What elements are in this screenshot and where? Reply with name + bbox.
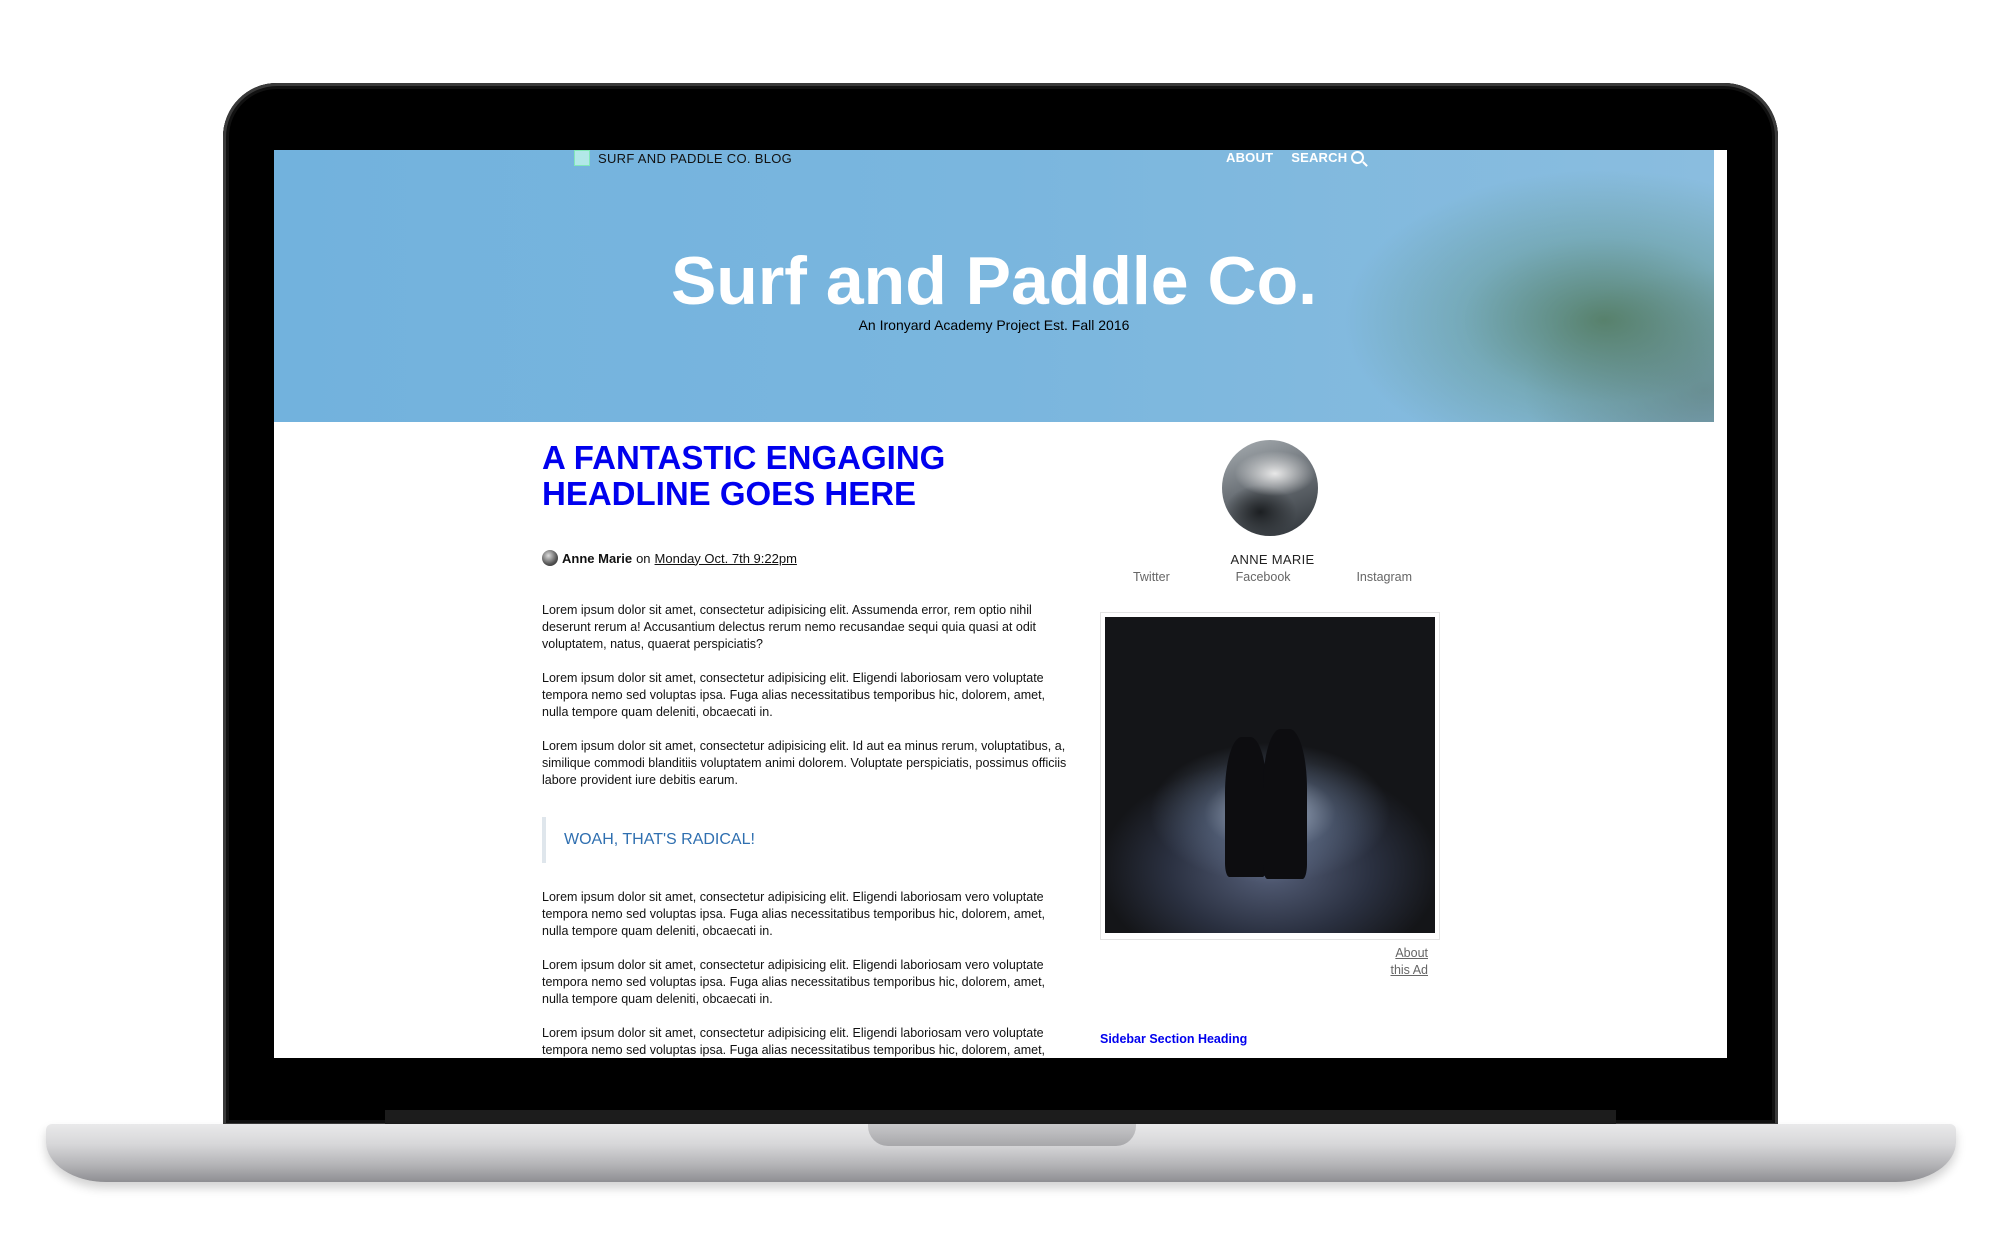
viewport-edge [1714,150,1727,422]
article-body-top: Lorem ipsum dolor sit amet, consectetur … [542,602,1072,789]
article-paragraph: Lorem ipsum dolor sit amet, consectetur … [542,1026,1046,1057]
ad-container[interactable] [1100,612,1440,940]
article-paragraph: Lorem ipsum dolor sit amet, consectetur … [542,671,1046,719]
ad-figure-left [1225,737,1267,877]
nav-search-label: SEARCH [1291,150,1348,165]
article-paragraph: Lorem ipsum dolor sit amet, consectetur … [542,739,1067,787]
nav-search-link[interactable]: SEARCH [1291,150,1365,165]
hero-banner: SURF AND PADDLE CO. BLOG ABOUT SEARCH Su… [274,150,1714,422]
article-body-bottom: Lorem ipsum dolor sit amet, consectetur … [542,889,1072,1058]
ad-figure-right [1263,729,1307,879]
social-link-instagram[interactable]: Instagram [1356,570,1412,584]
profile-name: ANNE MARIE [1230,552,1315,567]
social-link-facebook[interactable]: Facebook [1236,570,1291,584]
article-headline[interactable]: A FANTASTIC ENGAGING HEADLINE GOES HERE [542,440,1002,512]
nav-about-link[interactable]: ABOUT [1226,150,1273,165]
browser-viewport: SURF AND PADDLE CO. BLOG ABOUT SEARCH Su… [274,150,1727,1058]
article-byline: Anne Marie on Monday Oct. 7th 9:22pm [542,550,1072,566]
ad-about-line1: About [1395,946,1428,960]
top-navigation: SURF AND PADDLE CO. BLOG ABOUT SEARCH [274,150,1714,172]
profile-avatar [1222,440,1318,536]
nav-links: ABOUT SEARCH [1226,150,1365,165]
ad-image[interactable] [1105,617,1435,933]
byline-on: on [636,550,651,566]
pullquote: WOAH, THAT'S RADICAL! [542,817,1072,863]
byline-date-link[interactable]: Monday Oct. 7th 9:22pm [655,551,797,566]
ad-about-line2: this Ad [1390,963,1428,977]
broken-image-icon [574,150,590,166]
article-paragraph: Lorem ipsum dolor sit amet, consectetur … [542,958,1046,1006]
brand-text: SURF AND PADDLE CO. BLOG [598,150,793,166]
author-avatar [542,550,558,566]
site-tagline: An Ironyard Academy Project Est. Fall 20… [858,317,1130,333]
article: A FANTASTIC ENGAGING HEADLINE GOES HERE … [542,440,1072,1058]
byline-author: Anne Marie [562,550,633,566]
social-link-twitter[interactable]: Twitter [1133,570,1170,584]
social-links: Twitter Facebook Instagram [1100,570,1445,584]
laptop-hinge [385,1110,1616,1124]
article-paragraph: Lorem ipsum dolor sit amet, consectetur … [542,890,1046,938]
brand-link[interactable]: SURF AND PADDLE CO. BLOG [574,150,792,166]
laptop-notch [868,1124,1136,1146]
sidebar-section-heading[interactable]: Sidebar Section Heading [1100,1032,1247,1046]
site-title: Surf and Paddle Co. [670,243,1318,319]
search-icon [1351,151,1365,164]
ad-about-link[interactable]: About this Ad [1100,945,1428,979]
article-paragraph: Lorem ipsum dolor sit amet, consectetur … [542,603,1037,651]
